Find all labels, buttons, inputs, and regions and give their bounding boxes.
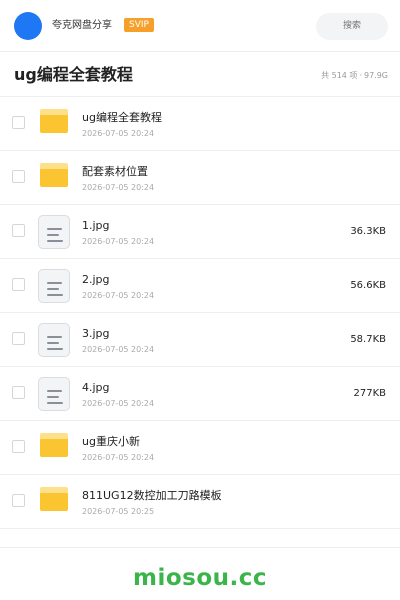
footer: miosou.cc: [0, 547, 400, 600]
svip-badge: SVIP: [124, 18, 154, 32]
list-item[interactable]: 2.jpg 2026-07-05 20:24 56.6KB: [0, 259, 400, 313]
folder-icon: [38, 161, 70, 195]
item-size: 36.3KB: [350, 226, 386, 237]
total-size: 97.9G: [363, 71, 388, 80]
item-checkbox[interactable]: [12, 332, 25, 345]
list-item[interactable]: 配套素材位置 2026-07-05 20:24: [0, 151, 400, 205]
list-item[interactable]: ug重庆小新 2026-07-05 20:24: [0, 421, 400, 475]
item-time: 2026-07-05 20:24: [82, 183, 155, 192]
page-title: ug编程全套教程: [14, 65, 133, 84]
item-name: 1.jpg: [82, 219, 110, 232]
file-list: ug编程全套教程 2026-07-05 20:24 配套素材位置 2026-07…: [0, 97, 400, 529]
item-checkbox[interactable]: [12, 278, 25, 291]
item-size: 56.6KB: [350, 280, 386, 291]
item-checkbox[interactable]: [12, 440, 25, 453]
item-checkbox[interactable]: [12, 386, 25, 399]
item-checkbox[interactable]: [12, 116, 25, 129]
item-name: 配套素材位置: [82, 165, 148, 178]
folder-stats: 共 514 项 · 97.9G: [321, 70, 388, 82]
search-input[interactable]: [316, 13, 388, 40]
list-item[interactable]: 1.jpg 2026-07-05 20:24 36.3KB: [0, 205, 400, 259]
folder-icon: [38, 107, 70, 141]
item-count: 共 514 项: [321, 71, 358, 80]
list-item[interactable]: ug编程全套教程 2026-07-05 20:24: [0, 97, 400, 151]
image-file-icon: [38, 377, 70, 411]
item-time: 2026-07-05 20:24: [82, 291, 155, 300]
item-name: 811UG12数控加工刀路模板: [82, 489, 222, 502]
item-size: 58.7KB: [350, 334, 386, 345]
item-name: 2.jpg: [82, 273, 110, 286]
stats-separator: ·: [359, 71, 362, 80]
item-name: 4.jpg: [82, 381, 110, 394]
item-checkbox[interactable]: [12, 170, 25, 183]
item-time: 2026-07-05 20:24: [82, 453, 155, 462]
item-time: 2026-07-05 20:24: [82, 399, 155, 408]
image-file-icon: [38, 323, 70, 357]
item-time: 2026-07-05 20:24: [82, 345, 155, 354]
item-size: 277KB: [353, 388, 386, 399]
top-bar: 夸克网盘分享 SVIP: [0, 0, 400, 52]
item-time: 2026-07-05 20:24: [82, 129, 155, 138]
image-file-icon: [38, 269, 70, 303]
item-name: 3.jpg: [82, 327, 110, 340]
item-time: 2026-07-05 20:24: [82, 237, 155, 246]
folder-header: ug编程全套教程 共 514 项 · 97.9G: [0, 53, 400, 97]
list-item[interactable]: 4.jpg 2026-07-05 20:24 277KB: [0, 367, 400, 421]
item-checkbox[interactable]: [12, 494, 25, 507]
owner-name: 夸克网盘分享: [52, 20, 112, 31]
folder-icon: [38, 431, 70, 465]
avatar[interactable]: [14, 12, 42, 40]
image-file-icon: [38, 215, 70, 249]
item-time: 2026-07-05 20:25: [82, 507, 155, 516]
folder-icon: [38, 485, 70, 519]
item-name: ug重庆小新: [82, 435, 140, 448]
item-name: ug编程全套教程: [82, 111, 162, 124]
item-checkbox[interactable]: [12, 224, 25, 237]
list-item[interactable]: 3.jpg 2026-07-05 20:24 58.7KB: [0, 313, 400, 367]
list-item[interactable]: 811UG12数控加工刀路模板 2026-07-05 20:25: [0, 475, 400, 529]
watermark: miosou.cc: [132, 565, 268, 591]
